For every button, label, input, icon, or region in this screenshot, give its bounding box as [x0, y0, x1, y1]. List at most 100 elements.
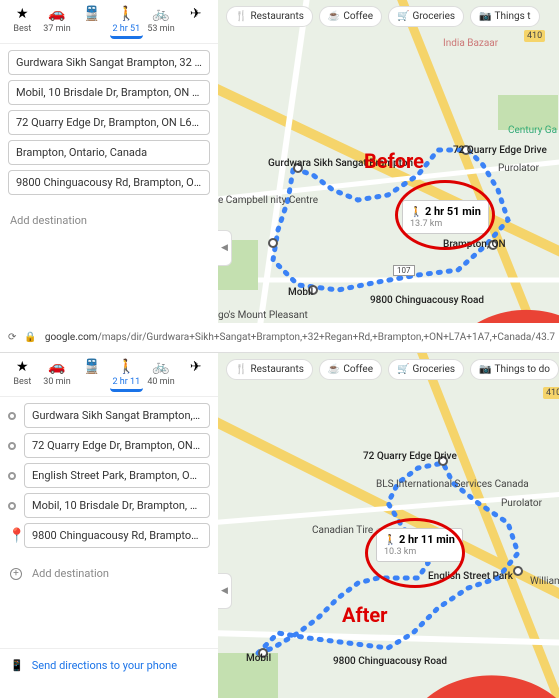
walk-icon: 🚶 [110, 359, 143, 375]
url-text[interactable]: google.com/maps/dir/Gurdwara+Sikh+Sangat… [45, 332, 555, 343]
label-quarry: 72 Quarry Edge Drive [363, 451, 457, 462]
add-destination-button[interactable]: +Add destination [0, 559, 218, 588]
plus-icon: + [10, 568, 22, 580]
car-icon: 🚗 [41, 6, 74, 22]
car-icon: 🚗 [41, 359, 74, 375]
mode-flight[interactable]: ✈ [179, 4, 212, 39]
destination-pin-icon [321, 645, 559, 698]
badge-410: 410 [524, 30, 545, 42]
add-destination-button[interactable]: Add destination [0, 206, 218, 235]
waypoint-row: 📍 9800 Chinguacousy Rd, Brampton, ON L6 [8, 523, 210, 548]
before-circle-annotation [395, 180, 495, 250]
bike-icon: 🚲 [145, 6, 178, 22]
waypoint-input[interactable]: Mobil, 10 Brisdale Dr, Brampton, ON L7A [8, 80, 210, 105]
mode-best[interactable]: ★Best [6, 4, 39, 39]
waypoint-input[interactable]: Gurdwara Sikh Sangat Brampton, 32 Reg [8, 50, 210, 75]
mode-bike[interactable]: 🚲53 min [145, 4, 178, 39]
chip-coffee[interactable]: ☕Coffee [319, 359, 382, 380]
chip-groceries[interactable]: 🛒Groceries [388, 6, 464, 27]
cart-icon: 🛒 [397, 11, 409, 22]
waypoint-input[interactable]: 9800 Chinguacousy Rd, Brampton, ON L6 [24, 523, 210, 548]
waypoint-input[interactable]: Brampton, Ontario, Canada [8, 140, 210, 165]
waypoint-list: Gurdwara Sikh Sangat Brampton, 32 Reg Mo… [0, 44, 218, 206]
label-india-bazaar: India Bazaar [443, 38, 498, 49]
badge-410: 410 [543, 387, 559, 399]
after-annotation: After [342, 603, 388, 627]
mode-walk[interactable]: 🚶2 hr 51 [110, 4, 143, 39]
waypoint-input[interactable]: 72 Quarry Edge Dr, Brampton, ON L6V 4K [8, 110, 210, 135]
label-purolator: Purolator [501, 498, 542, 509]
waypoint-input[interactable]: Mobil, 10 Brisdale Dr, Brampton, ON L7A [24, 493, 210, 518]
waypoint-row: English Street Park, Brampton, ON L6X 2 [8, 463, 210, 488]
mode-transit[interactable]: 🚆 [75, 357, 108, 392]
mode-transit[interactable]: 🚆 [75, 4, 108, 39]
label-mobil: Mobil [246, 653, 271, 664]
waypoint-dot-icon [8, 442, 16, 450]
after-circle-annotation [365, 518, 465, 588]
phone-icon: 📱 [10, 659, 24, 672]
reload-icon[interactable]: ⟳ [8, 332, 16, 343]
flight-icon: ✈ [179, 6, 212, 22]
label-campbell: e Campbell nity Centre [218, 195, 318, 206]
restaurant-icon: 🍴 [235, 364, 247, 375]
directions-sidebar: ★Best 🚗37 min 🚆 🚶2 hr 51 🚲53 min ✈ Gurdw… [0, 0, 218, 235]
waypoint-input[interactable]: 72 Quarry Edge Dr, Brampton, ON L6V 4K [24, 433, 210, 458]
waypoint-dot-icon [8, 472, 16, 480]
waypoint-dot-icon [8, 502, 16, 510]
transit-icon: 🚆 [75, 359, 108, 375]
waypoint-input[interactable]: Gurdwara Sikh Sangat Brampton, 32 Reg [24, 403, 210, 428]
map-chips: 🍴Restaurants ☕Coffee 🛒Groceries 📷Things … [226, 359, 559, 380]
travel-modes: ★Best 🚗37 min 🚆 🚶2 hr 51 🚲53 min ✈ [0, 0, 218, 44]
waypoint-row: Gurdwara Sikh Sangat Brampton, 32 Reg [8, 403, 210, 428]
chip-groceries[interactable]: 🛒Groceries [388, 359, 464, 380]
browser-url-bar: ⟳ 🔒 google.com/maps/dir/Gurdwara+Sikh+Sa… [0, 323, 559, 353]
destination-pin-icon [356, 283, 559, 323]
label-mobil: Mobil [288, 287, 313, 298]
waypoint-row: Mobil, 10 Brisdale Dr, Brampton, ON L7A [8, 493, 210, 518]
waypoint-row: 72 Quarry Edge Dr, Brampton, ON L6V 4K [8, 433, 210, 458]
mode-walk[interactable]: 🚶2 hr 11 [110, 357, 143, 392]
map-chips: 🍴Restaurants ☕Coffee 🛒Groceries 📷Things … [226, 6, 540, 27]
mode-car[interactable]: 🚗30 min [41, 357, 74, 392]
waypoint-input[interactable]: 9800 Chinguacousy Rd, Brampton, ON L6 [8, 170, 210, 195]
lock-icon: 🔒 [24, 332, 36, 343]
label-mount-pleasant: go's Mount Pleasant [218, 310, 308, 321]
label-cdntire: Canadian Tire [312, 525, 373, 536]
flight-icon: ✈ [179, 359, 212, 375]
label-century: Century Ga Conservat [508, 125, 559, 136]
best-icon: ★ [6, 359, 39, 375]
waypoint-list: Gurdwara Sikh Sangat Brampton, 32 Reg 72… [0, 397, 218, 559]
label-quarry: 72 Quarry Edge Drive [453, 145, 547, 156]
best-icon: ★ [6, 6, 39, 22]
chip-coffee[interactable]: ☕Coffee [319, 6, 382, 27]
mode-flight[interactable]: ✈ [179, 357, 212, 392]
waypoint-input[interactable]: English Street Park, Brampton, ON L6X 2 [24, 463, 210, 488]
mode-bike[interactable]: 🚲40 min [145, 357, 178, 392]
chip-restaurants[interactable]: 🍴Restaurants [226, 6, 313, 27]
before-panel: ★Best 🚗37 min 🚆 🚶2 hr 51 🚲53 min ✈ Gurdw… [0, 0, 559, 323]
camera-icon: 📷 [479, 364, 491, 375]
coffee-icon: ☕ [328, 364, 340, 375]
cart-icon: 🛒 [397, 364, 409, 375]
waypoint-dot-icon [8, 412, 16, 420]
send-to-phone-button[interactable]: 📱Send directions to your phone [0, 648, 218, 682]
restaurant-icon: 🍴 [235, 11, 247, 22]
coffee-icon: ☕ [328, 11, 340, 22]
collapse-sidebar-button[interactable]: ◀ [218, 230, 232, 266]
mode-car[interactable]: 🚗37 min [41, 4, 74, 39]
chip-things[interactable]: 📷Things t [470, 6, 539, 27]
collapse-sidebar-button[interactable]: ◀ [218, 573, 232, 609]
destination-pin-icon: 📍 [8, 532, 16, 540]
camera-icon: 📷 [479, 11, 491, 22]
mode-best[interactable]: ★Best [6, 357, 39, 392]
label-william: William [530, 576, 559, 587]
directions-sidebar: ★Best 🚗30 min 🚆 🚶2 hr 11 🚲40 min ✈ Gurdw… [0, 353, 218, 682]
chip-restaurants[interactable]: 🍴Restaurants [226, 359, 313, 380]
walk-icon: 🚶 [110, 6, 143, 22]
travel-modes: ★Best 🚗30 min 🚆 🚶2 hr 11 🚲40 min ✈ [0, 353, 218, 397]
after-panel: ⟳ 🔒 google.com/maps/dir/Gurdwara+Sikh+Sa… [0, 323, 559, 698]
badge-107: 107 [393, 265, 415, 276]
chip-things[interactable]: 📷Things to do [470, 359, 559, 380]
transit-icon: 🚆 [75, 6, 108, 22]
before-annotation: Before [364, 149, 424, 173]
